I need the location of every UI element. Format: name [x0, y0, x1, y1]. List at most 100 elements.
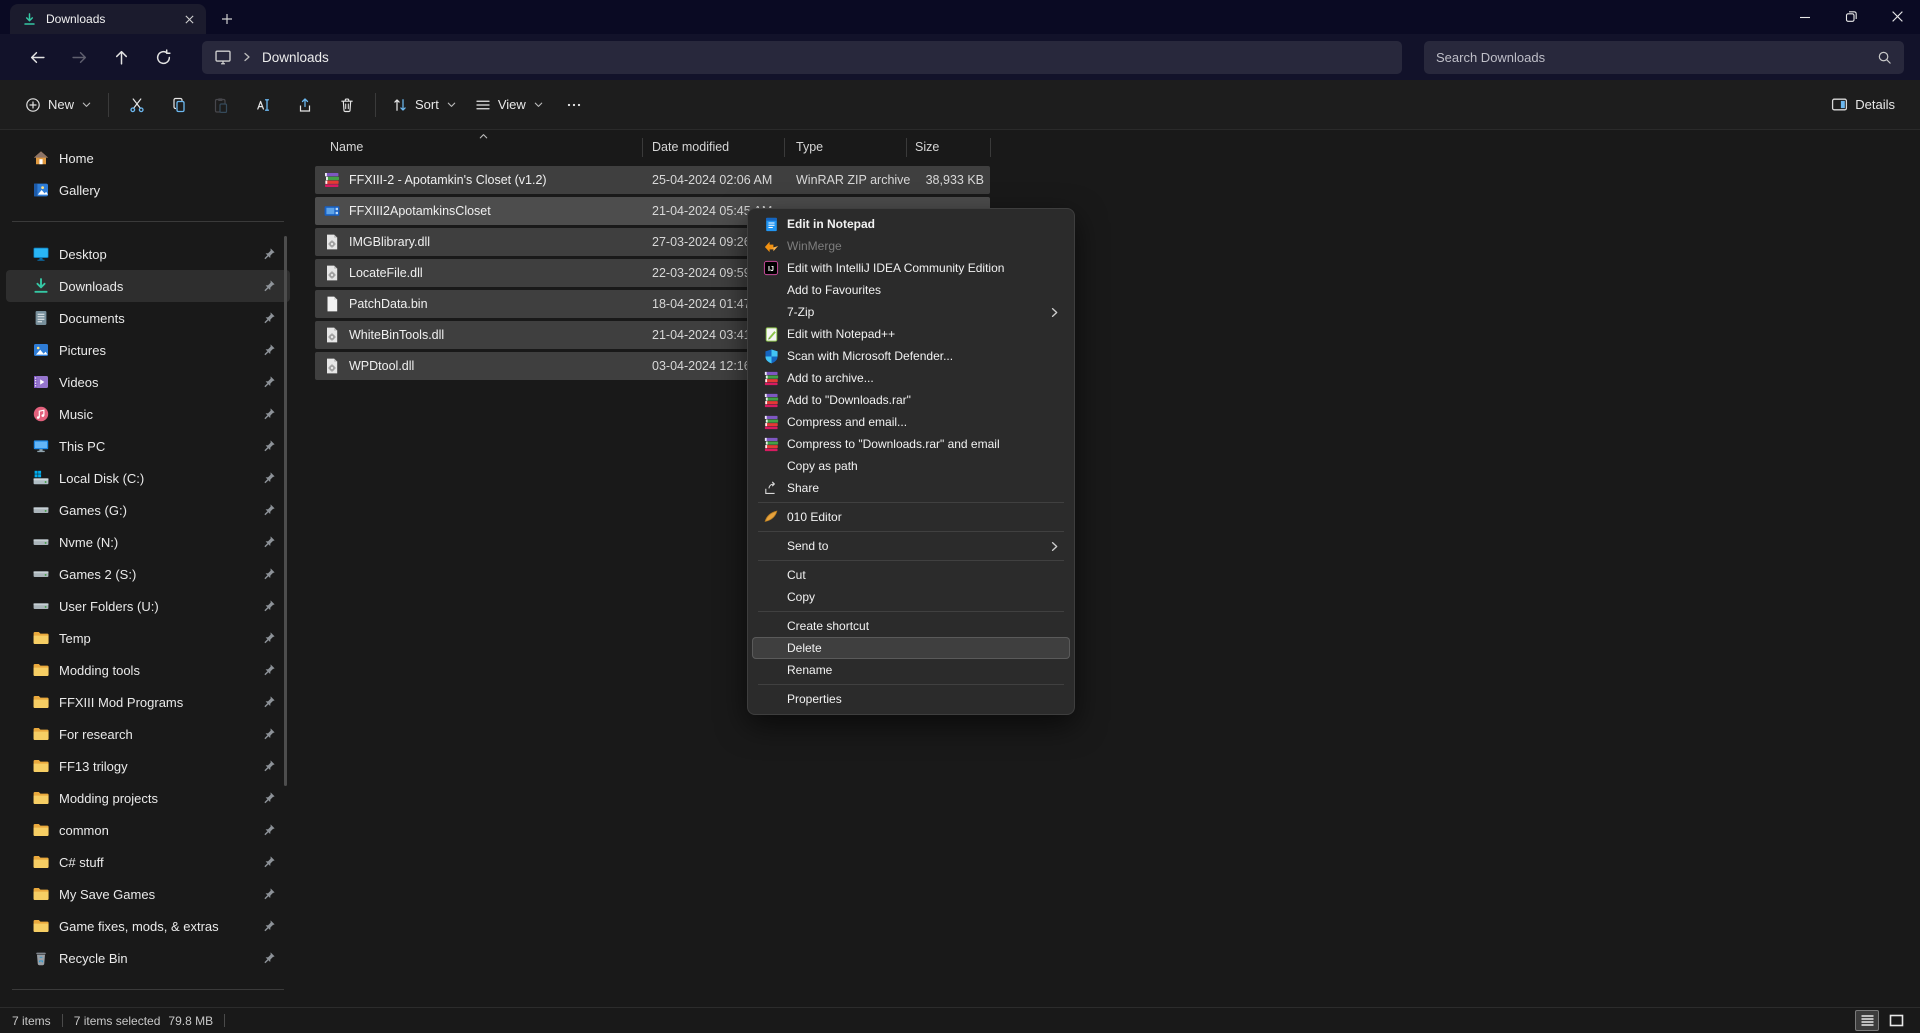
sidebar-item-documents[interactable]: Documents — [6, 302, 290, 334]
column-header-date-modified[interactable]: Date modified — [652, 130, 729, 164]
sidebar-item-desktop[interactable]: Desktop — [6, 238, 290, 270]
file-name: WPDtool.dll — [349, 359, 415, 373]
sidebar-item-nvme-n-[interactable]: Nvme (N:) — [6, 526, 290, 558]
sidebar-item-c-stuff[interactable]: C# stuff — [6, 846, 290, 878]
column-header-name[interactable]: Name — [330, 130, 363, 164]
restore-button[interactable] — [1828, 0, 1874, 33]
menu-item-compress-to-downloads-rar-and-email[interactable]: Compress to "Downloads.rar" and email — [752, 433, 1070, 455]
menu-item-add-to-favourites[interactable]: Add to Favourites — [752, 279, 1070, 301]
column-header-size[interactable]: Size — [915, 130, 939, 164]
menu-item-add-to-downloads-rar[interactable]: Add to "Downloads.rar" — [752, 389, 1070, 411]
menu-item-share[interactable]: Share — [752, 477, 1070, 499]
menu-item-properties[interactable]: Properties — [752, 688, 1070, 710]
refresh-button[interactable] — [142, 39, 184, 75]
menu-item-icon-slot — [762, 457, 780, 475]
sidebar-item-games-g-[interactable]: Games (G:) — [6, 494, 290, 526]
new-tab-button[interactable] — [216, 8, 238, 30]
sidebar-item-game-fixes-mods-extras[interactable]: Game fixes, mods, & extras — [6, 910, 290, 942]
sidebar-item-downloads[interactable]: Downloads — [6, 270, 290, 302]
menu-item-edit-in-notepad[interactable]: Edit in Notepad — [752, 213, 1070, 235]
column-header-type[interactable]: Type — [796, 130, 823, 164]
sidebar-item-temp[interactable]: Temp — [6, 622, 290, 654]
explorer-tab[interactable]: Downloads — [10, 4, 206, 34]
delete-button[interactable] — [326, 87, 368, 123]
copy-button[interactable] — [158, 87, 200, 123]
intellij-icon: IJ — [762, 259, 780, 277]
tab-close-icon[interactable] — [178, 8, 200, 30]
sidebar-item-modding-tools[interactable]: Modding tools — [6, 654, 290, 686]
sidebar-item-videos[interactable]: Videos — [6, 366, 290, 398]
back-button[interactable] — [16, 39, 58, 75]
sidebar-item-games-2-s-[interactable]: Games 2 (S:) — [6, 558, 290, 590]
defender-icon — [762, 347, 780, 365]
address-input[interactable]: Downloads — [202, 40, 1402, 74]
sidebar-item-ffxiii-mod-programs[interactable]: FFXIII Mod Programs — [6, 686, 290, 718]
sidebar-item-home[interactable]: Home — [6, 142, 290, 174]
menu-item-delete[interactable]: Delete — [752, 637, 1070, 659]
sort-icon — [392, 97, 408, 113]
menu-item-7-zip[interactable]: 7-Zip — [752, 301, 1070, 323]
rename-button[interactable] — [242, 87, 284, 123]
menu-item-add-to-archive[interactable]: Add to archive... — [752, 367, 1070, 389]
sidebar-item-music[interactable]: Music — [6, 398, 290, 430]
sidebar-item-my-save-games[interactable]: My Save Games — [6, 878, 290, 910]
sidebar-item-this-pc[interactable]: This PC — [6, 430, 290, 462]
drive-icon — [32, 533, 50, 551]
cut-button[interactable] — [116, 87, 158, 123]
menu-item-create-shortcut[interactable]: Create shortcut — [752, 615, 1070, 637]
menu-item-copy-as-path[interactable]: Copy as path — [752, 455, 1070, 477]
breadcrumb[interactable]: Downloads — [262, 50, 329, 65]
sidebar-item-ff13-trilogy[interactable]: FF13 trilogy — [6, 750, 290, 782]
sidebar-scrollbar[interactable] — [284, 236, 287, 786]
sidebar-item-label: Game fixes, mods, & extras — [59, 918, 219, 934]
menu-item-edit-with-notepad[interactable]: Edit with Notepad++ — [752, 323, 1070, 345]
details-view-button[interactable] — [1855, 1010, 1879, 1031]
menu-item-rename[interactable]: Rename — [752, 659, 1070, 681]
menu-item-edit-with-intellij-idea-community-edition[interactable]: IJ Edit with IntelliJ IDEA Community Edit… — [752, 257, 1070, 279]
menu-item-label: Edit with Notepad++ — [787, 327, 896, 341]
menu-item-label: Edit in Notepad — [787, 217, 875, 231]
file-name: FFXIII-2 - Apotamkin's Closet (v1.2) — [349, 173, 547, 187]
up-button[interactable] — [100, 39, 142, 75]
menu-item-copy[interactable]: Copy — [752, 586, 1070, 608]
menu-item-scan-with-microsoft-defender[interactable]: Scan with Microsoft Defender... — [752, 345, 1070, 367]
column-divider[interactable] — [784, 138, 785, 157]
search-input[interactable]: Search Downloads — [1424, 40, 1904, 74]
menu-item-winmerge[interactable]: WinMerge — [752, 235, 1070, 257]
menu-separator — [758, 684, 1064, 685]
view-button[interactable]: View — [466, 87, 553, 123]
sidebar-item-for-research[interactable]: For research — [6, 718, 290, 750]
menu-separator — [758, 611, 1064, 612]
menu-item-010-editor[interactable]: 010 Editor — [752, 506, 1070, 528]
menu-item-cut[interactable]: Cut — [752, 564, 1070, 586]
sidebar-item-common[interactable]: common — [6, 814, 290, 846]
column-divider[interactable] — [906, 138, 907, 157]
column-divider[interactable] — [642, 138, 643, 157]
search-icon[interactable] — [1877, 50, 1892, 65]
minimize-button[interactable] — [1782, 0, 1828, 33]
sort-button[interactable]: Sort — [383, 87, 466, 123]
column-divider[interactable] — [990, 138, 991, 157]
close-button[interactable] — [1874, 0, 1920, 33]
more-options-button[interactable] — [553, 87, 595, 123]
sidebar-item-pictures[interactable]: Pictures — [6, 334, 290, 366]
sidebar-item-user-folders-u-[interactable]: User Folders (U:) — [6, 590, 290, 622]
file-date-modified: 25-04-2024 02:06 AM — [652, 173, 773, 187]
large-icons-view-button[interactable] — [1884, 1010, 1908, 1031]
details-pane-button[interactable]: Details — [1822, 87, 1904, 123]
sidebar-item-modding-projects[interactable]: Modding projects — [6, 782, 290, 814]
new-button[interactable]: New — [16, 87, 101, 123]
file-row[interactable]: FFXIII-2 - Apotamkin's Closet (v1.2) 25-0… — [315, 166, 990, 194]
sidebar-item-gallery[interactable]: Gallery — [6, 174, 290, 206]
menu-item-send-to[interactable]: Send to — [752, 535, 1070, 557]
menu-item-compress-and-email[interactable]: Compress and email... — [752, 411, 1070, 433]
pin-icon — [262, 695, 276, 709]
sort-ascending-icon — [478, 131, 489, 142]
pin-icon — [262, 503, 276, 517]
sidebar-item-local-disk-c-[interactable]: Local Disk (C:) — [6, 462, 290, 494]
sidebar-item-recycle-bin[interactable]: Recycle Bin — [6, 942, 290, 974]
forward-button[interactable] — [58, 39, 100, 75]
share-button[interactable] — [284, 87, 326, 123]
paste-button[interactable] — [200, 87, 242, 123]
sidebar-item-label: Games (G:) — [59, 502, 127, 518]
